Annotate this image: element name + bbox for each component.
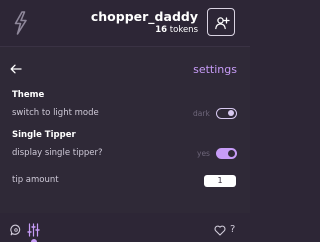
theme-section-title: Theme	[12, 90, 45, 100]
heart-icon[interactable]	[214, 225, 226, 236]
theme-toggle[interactable]	[216, 107, 237, 119]
add-user-button[interactable]	[207, 8, 235, 36]
theme-toggle-knob	[227, 109, 234, 117]
header: chopper_daddy 16 tokens	[0, 0, 250, 46]
back-arrow-icon[interactable]	[10, 64, 22, 74]
add-user-icon	[215, 17, 230, 30]
tip-amount-label: tip amount	[12, 175, 59, 185]
lightning-logo-icon[interactable]	[13, 11, 29, 35]
sliders-icon[interactable]	[27, 223, 40, 237]
token-unit: tokens	[169, 25, 198, 35]
chat-icon[interactable]	[10, 224, 22, 236]
single-tipper-section-title: Single Tipper	[12, 130, 76, 140]
token-count: 16	[155, 25, 168, 35]
help-icon[interactable]: ?	[230, 224, 235, 235]
theme-state: dark	[193, 109, 210, 118]
single-tipper-label: display single tipper?	[12, 148, 103, 158]
single-tipper-toggle[interactable]	[216, 148, 237, 159]
page-title: settings	[193, 63, 237, 76]
username: chopper_daddy	[90, 9, 198, 24]
tip-amount-input[interactable]: 1	[204, 175, 236, 187]
token-balance: 16 tokens	[155, 25, 198, 35]
theme-label: switch to light mode	[12, 108, 99, 118]
single-tipper-state: yes	[197, 149, 210, 158]
single-tipper-toggle-knob	[227, 150, 235, 157]
